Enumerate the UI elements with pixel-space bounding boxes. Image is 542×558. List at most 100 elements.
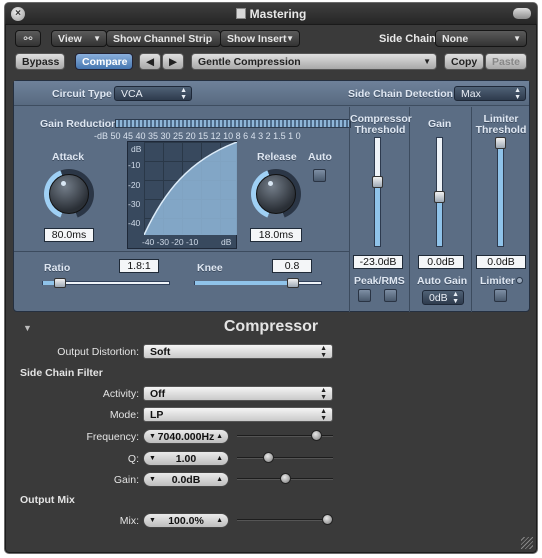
limiter-threshold-thumb[interactable] [495, 137, 506, 149]
mix-label: Mix: [119, 515, 139, 527]
filter-gain-field[interactable]: ▼ 0.0dB ▲ [143, 472, 229, 487]
auto-gain-select[interactable]: 0dB ▲ ▼ [422, 290, 464, 305]
gain-reduction-meter [115, 119, 351, 128]
ratio-slider-thumb[interactable] [53, 278, 66, 288]
window-title: Mastering [5, 7, 537, 21]
show-channel-strip-label: Show Channel Strip [113, 33, 213, 45]
toolbar-toggle-button[interactable] [513, 8, 531, 19]
side-chain-label: Side Chain: [379, 33, 440, 45]
copy-label: Copy [451, 56, 478, 68]
chevron-down-icon: ▼ [423, 57, 431, 66]
increment-arrow-icon: ▲ [216, 433, 223, 440]
knee-slider-fill [195, 281, 296, 285]
compressor-threshold-fill [375, 181, 380, 246]
previous-preset-button[interactable]: ◀ [139, 53, 161, 70]
increment-arrow-icon: ▲ [216, 517, 223, 524]
paste-button[interactable]: Paste [485, 53, 527, 70]
mode-label: Mode: [109, 409, 139, 421]
paste-label: Paste [492, 56, 521, 68]
limiter-threshold-value[interactable]: 0.0dB [476, 255, 526, 269]
side-chain-detection-select[interactable]: Max ▲ ▼ [454, 86, 526, 101]
gain-fill [437, 197, 442, 246]
resize-grip-icon[interactable] [521, 537, 533, 549]
knee-slider[interactable] [194, 281, 322, 285]
mode-select[interactable]: LP ▲ ▼ [143, 407, 333, 422]
auto-release-label: Auto [308, 151, 332, 163]
view-menu-button[interactable]: View ▼ [51, 30, 107, 47]
gain-thumb[interactable] [434, 190, 445, 203]
graph-y-unit: dB [131, 144, 142, 154]
compare-button[interactable]: Compare [75, 53, 133, 70]
activity-value: Off [150, 388, 166, 400]
preset-menu[interactable]: Gentle Compression ▼ [191, 53, 437, 70]
gain-label: Gain [428, 118, 452, 130]
decrement-arrow-icon: ▼ [149, 433, 156, 440]
q-slider[interactable] [237, 457, 333, 459]
side-chain-select[interactable]: None ▼ [435, 30, 527, 47]
ratio-value[interactable]: 1.8:1 [119, 259, 159, 273]
limiter-checkbox[interactable] [494, 289, 507, 302]
updown-icon: ▲ ▼ [320, 408, 327, 422]
activity-label: Activity: [102, 388, 139, 400]
compressor-threshold-value[interactable]: -23.0dB [353, 255, 403, 269]
frequency-slider-thumb[interactable] [310, 430, 322, 441]
view-menu-label: View [58, 33, 82, 45]
chevron-down-icon: ▼ [93, 34, 101, 43]
attack-value[interactable]: 80.0ms [44, 228, 94, 242]
graph-y-tick: -20 [128, 180, 141, 190]
divider [409, 107, 410, 312]
output-distortion-select[interactable]: Soft ▲ ▼ [143, 344, 333, 359]
side-chain-detection-value: Max [461, 88, 481, 100]
graph-y-tick: -30 [128, 199, 141, 209]
show-channel-strip-button[interactable]: Show Channel Strip [106, 30, 221, 47]
preset-name: Gentle Compression [198, 56, 301, 68]
attack-knob-body [49, 174, 89, 214]
frequency-value: 7040.000Hz [157, 431, 215, 443]
gain-value[interactable]: 0.0dB [418, 255, 464, 269]
toolbar-row-1: ⚯ View ▼ Show Channel Strip Show Insert … [5, 27, 537, 51]
bypass-button[interactable]: Bypass [15, 53, 65, 70]
curve-fill [144, 142, 237, 235]
link-button[interactable]: ⚯ [15, 30, 41, 47]
compressor-threshold-thumb[interactable] [372, 176, 383, 189]
rms-checkbox[interactable] [384, 289, 397, 302]
extended-title: Compressor [223, 318, 319, 335]
knee-slider-thumb[interactable] [286, 278, 299, 288]
updown-icon: ▲ ▼ [452, 291, 459, 305]
frequency-field[interactable]: ▼ 7040.000Hz ▲ [143, 429, 229, 444]
q-field[interactable]: ▼ 1.00 ▲ [143, 451, 229, 466]
q-label: Q: [127, 453, 139, 465]
circuit-type-value: VCA [121, 88, 143, 100]
copy-button[interactable]: Copy [444, 53, 484, 70]
mix-value: 100.0% [168, 515, 204, 527]
graph-x-ticks: -40 -30 -20 -10 [142, 237, 199, 247]
release-knob[interactable] [251, 169, 301, 219]
title-bar[interactable]: × Mastering [5, 3, 537, 25]
peak-checkbox[interactable] [358, 289, 371, 302]
compressor-threshold-slider[interactable] [374, 137, 381, 247]
release-value[interactable]: 18.0ms [250, 228, 302, 242]
filter-gain-slider-thumb[interactable] [279, 473, 291, 484]
limiter-threshold-slider[interactable] [497, 137, 504, 247]
link-icon: ⚯ [23, 33, 33, 45]
q-slider-thumb[interactable] [262, 452, 274, 463]
mode-value: LP [150, 409, 164, 421]
limiter-led-icon [516, 277, 523, 284]
next-preset-button[interactable]: ▶ [162, 53, 184, 70]
activity-select[interactable]: Off ▲ ▼ [143, 386, 333, 401]
updown-icon: ▲ ▼ [180, 87, 187, 101]
circuit-type-select[interactable]: VCA ▲ ▼ [114, 86, 192, 101]
increment-arrow-icon: ▲ [216, 476, 223, 483]
attack-knob[interactable] [44, 169, 94, 219]
show-insert-menu-button[interactable]: Show Insert ▼ [220, 30, 300, 47]
output-distortion-value: Soft [150, 346, 171, 358]
previous-arrow-icon: ◀ [145, 56, 155, 68]
knob-indicator [268, 181, 273, 186]
mix-field[interactable]: ▼ 100.0% ▲ [143, 513, 229, 528]
mix-slider[interactable] [237, 519, 333, 521]
auto-release-checkbox[interactable] [313, 169, 326, 182]
knee-label: Knee [197, 262, 223, 274]
knee-value[interactable]: 0.8 [272, 259, 312, 273]
limiter-label: Limiter [480, 275, 516, 287]
mix-slider-thumb[interactable] [322, 514, 333, 525]
